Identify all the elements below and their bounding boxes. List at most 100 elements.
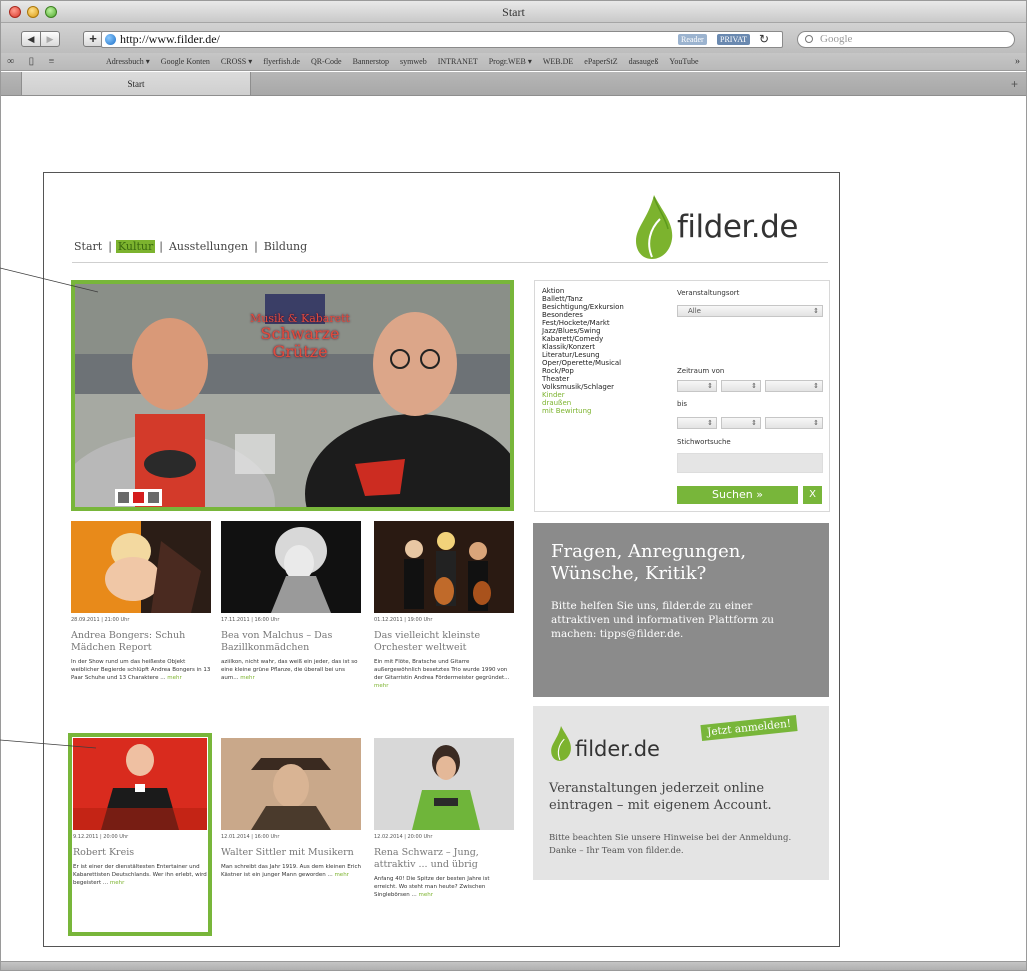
event-image[interactable] (374, 738, 514, 830)
address-bar[interactable]: http://www.filder.de/ Reader PRIVAT ↻ (101, 31, 783, 48)
event-card[interactable]: 17.11.2011 | 16:00 Uhr Bea von Malchus –… (221, 521, 361, 682)
date-from-month[interactable] (721, 380, 761, 392)
category-item-special[interactable]: Kinder (542, 391, 624, 399)
feedback-text: Bitte helfen Sie uns, filder.de zu einer… (551, 600, 775, 640)
event-title[interactable]: Robert Kreis (73, 847, 207, 859)
back-button[interactable]: ◀ (21, 31, 41, 47)
event-image[interactable] (374, 521, 514, 613)
slider-dot[interactable] (118, 492, 129, 503)
date-from-year[interactable] (765, 380, 823, 392)
feedback-heading: Fragen, Anregungen, Wünsche, Kritik? (551, 541, 747, 584)
event-title[interactable]: Das vielleicht kleinste Orchester weltwe… (374, 630, 514, 654)
bookmark-item[interactable]: Google Konten (161, 57, 210, 66)
register-badge[interactable]: Jetzt anmelden! (700, 715, 798, 741)
date-to-day[interactable] (677, 417, 717, 429)
register-logo-text: filder.de (575, 737, 660, 761)
tab-start[interactable]: Start (21, 72, 251, 96)
bookmark-item[interactable]: Progr.WEB ▾ (489, 57, 532, 66)
search-field[interactable]: Google (797, 31, 1015, 48)
category-item-special[interactable]: draußen (542, 399, 624, 407)
date-to-year[interactable] (765, 417, 823, 429)
bookmark-item[interactable]: QR-Code (311, 57, 342, 66)
more-link[interactable]: mehr (110, 880, 125, 886)
event-title[interactable]: Rena Schwarz – Jung, attraktiv ... und ü… (374, 847, 514, 871)
site-logo[interactable]: filder.de (632, 193, 832, 263)
category-item[interactable]: Fest/Hockete/Markt (542, 319, 624, 327)
category-item[interactable]: Oper/Operette/Musical (542, 359, 624, 367)
location-label: Veranstaltungsort (677, 289, 740, 297)
event-title[interactable]: Andrea Bongers: Schuh Mädchen Report (71, 630, 211, 654)
browser-toolbar: ◀ ▶ + http://www.filder.de/ Reader PRIVA… (1, 23, 1026, 53)
nav-kultur[interactable]: Kultur (115, 240, 156, 253)
event-image[interactable] (73, 738, 207, 830)
reset-button[interactable]: X (803, 486, 822, 504)
date-to-month[interactable] (721, 417, 761, 429)
event-card[interactable]: 12.02.2014 | 20:00 Uhr Rena Schwarz – Ju… (374, 738, 514, 899)
search-button[interactable]: Suchen » (677, 486, 798, 504)
bookmark-item[interactable]: symweb (400, 57, 427, 66)
event-card[interactable]: 12.01.2014 | 16:00 Uhr Walter Sittler mi… (221, 738, 361, 879)
hero-title-line1: Schwarze (260, 324, 340, 343)
category-item[interactable]: Literatur/Lesung (542, 351, 624, 359)
bookmark-list: Adressbuch ▾ Google Konten CROSS ▾ flyerfis… (106, 57, 699, 66)
category-item[interactable]: Jazz/Blues/Swing (542, 327, 624, 335)
hero-slider[interactable]: Musik & Kabarett Schwarze Grütze (71, 280, 514, 511)
nav-separator: | (108, 240, 112, 253)
bookmark-item[interactable]: Bannerstop (353, 57, 389, 66)
bookmark-item[interactable]: Adressbuch ▾ (106, 57, 150, 66)
more-bookmarks-icon[interactable]: » (1015, 56, 1020, 67)
event-title[interactable]: Bea von Malchus – Das Bazillkonmädchen (221, 630, 361, 654)
bookmark-item[interactable]: INTRANET (438, 57, 478, 66)
more-link[interactable]: mehr (167, 675, 182, 681)
event-date: 9.12.2011 | 20:00 Uhr (73, 834, 129, 840)
event-image[interactable] (221, 738, 361, 830)
nav-bildung[interactable]: Bildung (262, 240, 309, 253)
more-link[interactable]: mehr (374, 683, 389, 689)
category-item[interactable]: Ballett/Tanz (542, 295, 624, 303)
bookmark-item[interactable]: CROSS ▾ (221, 57, 252, 66)
event-teaser: aziilkon, nicht wahr, das weiß ein jeder… (221, 659, 358, 681)
bookmark-item[interactable]: flyerfish.de (263, 57, 300, 66)
more-link[interactable]: mehr (334, 872, 349, 878)
category-item[interactable]: Besonderes (542, 311, 624, 319)
more-link[interactable]: mehr (419, 892, 434, 898)
reading-list-icon[interactable]: ∞ ▯ ≡ (7, 56, 60, 67)
nav-divider (72, 262, 828, 263)
more-link[interactable]: mehr (240, 675, 255, 681)
nav-ausstellungen[interactable]: Ausstellungen (167, 240, 250, 253)
slider-dot-active[interactable] (133, 492, 144, 503)
category-item[interactable]: Aktion (542, 287, 624, 295)
bookmark-item[interactable]: YouTube (669, 57, 698, 66)
category-item[interactable]: Besichtigung/Exkursion (542, 303, 624, 311)
location-select[interactable]: Alle (677, 305, 823, 317)
event-teaser: In der Show rund um das heißeste Objekt … (71, 659, 211, 681)
add-bookmark-button[interactable]: + (83, 31, 103, 47)
register-box[interactable]: filder.de Jetzt anmelden! Veranstaltunge… (533, 706, 829, 880)
category-item[interactable]: Klassik/Konzert (542, 343, 624, 351)
event-card-highlighted[interactable]: 9.12.2011 | 20:00 Uhr Robert Kreis Er is… (68, 733, 212, 936)
new-tab-icon[interactable]: + (1011, 77, 1018, 91)
category-item[interactable]: Volksmusik/Schlager (542, 383, 624, 391)
event-teaser: Ein mit Flöte, Bratsche und Gitarre auße… (374, 659, 510, 689)
bookmark-item[interactable]: WEB.DE (543, 57, 573, 66)
event-card[interactable]: 01.12.2011 | 19:00 Uhr Das vielleicht kl… (374, 521, 514, 690)
category-item[interactable]: Theater (542, 375, 624, 383)
event-card[interactable]: 28.09.2011 | 21:00 Uhr Andrea Bongers: S… (71, 521, 211, 682)
category-item[interactable]: Rock/Pop (542, 367, 624, 375)
event-title[interactable]: Walter Sittler mit Musikern (221, 847, 361, 859)
event-image[interactable] (71, 521, 211, 613)
reload-icon[interactable]: ↻ (759, 32, 769, 47)
bookmark-item[interactable]: dasaugeß (629, 57, 659, 66)
date-from-day[interactable] (677, 380, 717, 392)
category-item[interactable]: Kabarett/Comedy (542, 335, 624, 343)
keyword-input[interactable] (677, 453, 823, 473)
forward-button[interactable]: ▶ (40, 31, 60, 47)
category-item-special[interactable]: mit Bewirtung (542, 407, 624, 415)
bookmark-item[interactable]: ePaperStZ (584, 57, 617, 66)
private-badge[interactable]: PRIVAT (717, 34, 750, 45)
event-date: 12.02.2014 | 20:00 Uhr (374, 834, 433, 840)
event-image[interactable] (221, 521, 361, 613)
nav-start[interactable]: Start (72, 240, 104, 253)
slider-dot[interactable] (148, 492, 159, 503)
reader-button[interactable]: Reader (678, 34, 707, 45)
